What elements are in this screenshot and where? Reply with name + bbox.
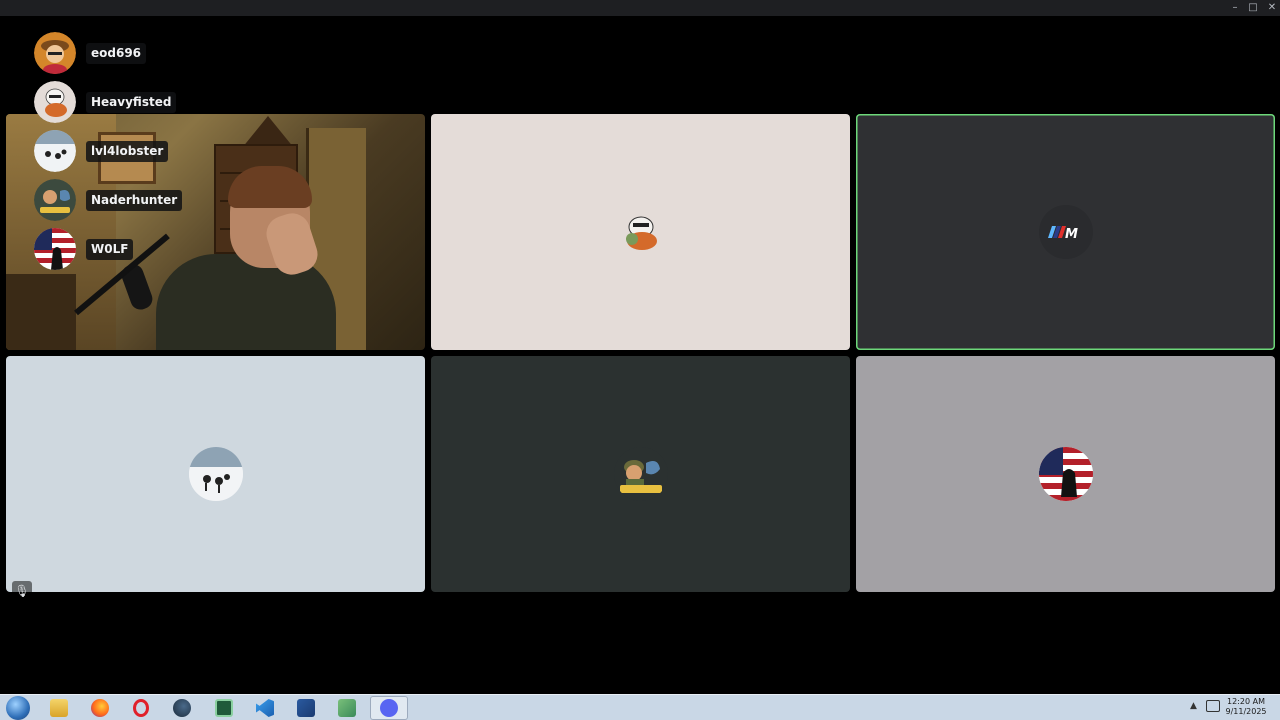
participant-name: Naderhunter xyxy=(86,190,183,211)
participant-lvl4lobster[interactable]: lvl4lobster xyxy=(34,130,234,172)
participant-eod696[interactable]: eod696 xyxy=(34,32,234,74)
discord-icon[interactable] xyxy=(370,696,408,720)
opera-icon[interactable] xyxy=(122,696,160,720)
video-tile-naderhunter[interactable] xyxy=(431,356,850,592)
participant-name: eod696 xyxy=(86,43,147,64)
title-bar: – □ ✕ xyxy=(0,0,1280,16)
tray-expand-icon[interactable]: ▲ xyxy=(1190,701,1197,711)
naderhunter-avatar-icon xyxy=(613,447,668,501)
network-tool-icon[interactable] xyxy=(328,696,366,720)
minimize-button[interactable]: – xyxy=(1226,1,1244,15)
clock-date: 9/11/2025 xyxy=(1225,707,1267,716)
participant-name: Heavyfisted xyxy=(86,92,177,113)
cheat-engine-icon[interactable] xyxy=(205,696,243,720)
bmw-m-logo-icon: M xyxy=(1038,205,1093,259)
video-tile-bmw-m[interactable]: M xyxy=(856,114,1275,350)
snow-avatar-icon xyxy=(188,447,243,501)
video-tile-lvl4lobster[interactable] xyxy=(6,356,425,592)
start-button[interactable] xyxy=(6,696,30,720)
close-button[interactable]: ✕ xyxy=(1263,1,1280,15)
participant-naderhunter[interactable]: Naderhunter xyxy=(34,179,234,221)
participant-heavyfisted[interactable]: Heavyfisted xyxy=(34,81,234,123)
avatar xyxy=(34,228,76,270)
avatar xyxy=(34,81,76,123)
taskbar: ▲ 12:20 AM 9/11/2025 xyxy=(0,694,1280,720)
network-icon[interactable] xyxy=(1206,700,1220,712)
visual-studio-icon[interactable] xyxy=(287,696,325,720)
windows-explorer-icon[interactable] xyxy=(40,696,78,720)
firefox-icon[interactable] xyxy=(81,696,119,720)
participant-w0lf[interactable]: W0LF xyxy=(34,228,234,270)
steam-icon[interactable] xyxy=(163,696,201,720)
flag-avatar-icon xyxy=(1038,447,1093,501)
system-clock[interactable]: 12:20 AM 9/11/2025 xyxy=(1222,697,1270,717)
avatar xyxy=(34,130,76,172)
participant-name: lvl4lobster xyxy=(86,141,169,162)
mic-muted-icon: 🎙 xyxy=(12,581,32,601)
clock-time: 12:20 AM xyxy=(1227,697,1265,706)
avatar xyxy=(34,32,76,74)
vscode-icon[interactable] xyxy=(246,696,284,720)
video-tile-w0lf[interactable] xyxy=(856,356,1275,592)
participant-name: W0LF xyxy=(86,239,134,260)
cartoon-avatar-icon xyxy=(613,205,668,259)
svg-text:M: M xyxy=(1065,227,1078,242)
maximize-button[interactable]: □ xyxy=(1244,1,1262,15)
avatar xyxy=(34,179,76,221)
video-tile-heavyfisted[interactable] xyxy=(431,114,850,350)
